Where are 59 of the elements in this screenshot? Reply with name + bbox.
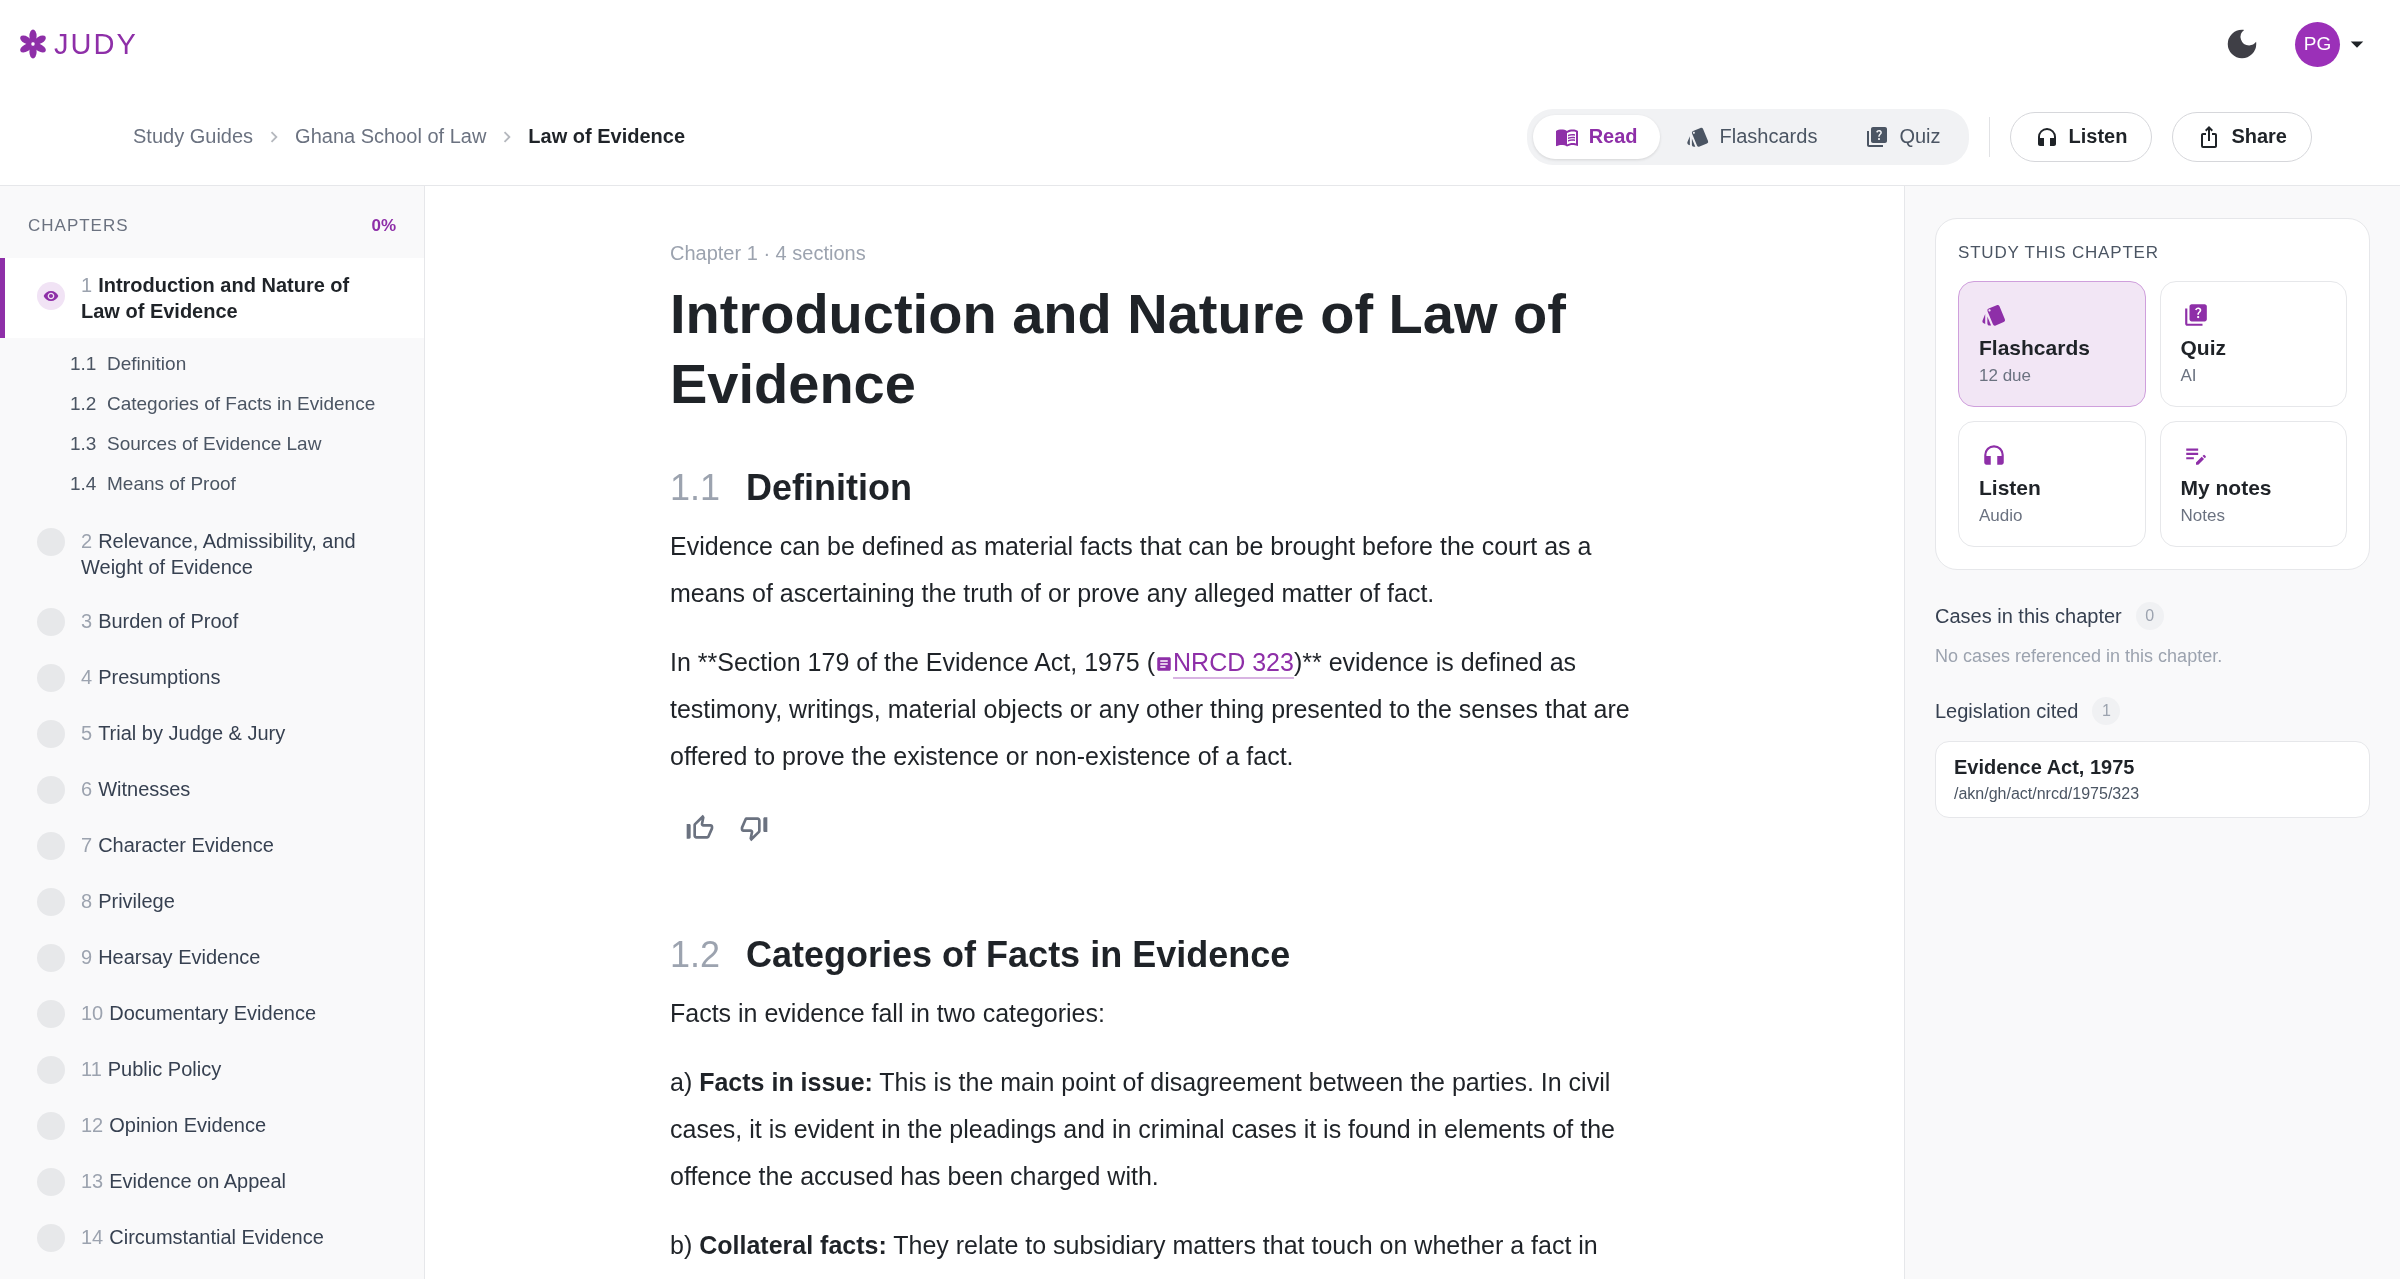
chapter-item[interactable]: 10 Documentary Evidence [0, 986, 424, 1042]
study-option[interactable]: My notes Notes [2159, 421, 2347, 547]
paragraph: Evidence can be defined as material facts that can be brought before the court as a means of ascertaining the truth of or prove any alleged matter of fact. [670, 531, 1593, 609]
view-tab[interactable]: Quiz [1843, 114, 1963, 159]
chapter-title: Introduction and Nature of Law of Evidence [670, 281, 1567, 417]
study-option[interactable]: Flashcards 12 due [1958, 281, 2146, 407]
section-link[interactable]: 1.1 Definition [70, 344, 424, 384]
chapter-item[interactable]: 4 Presumptions [0, 650, 424, 706]
paragraph: Facts in evidence fall in two categories: [670, 998, 1106, 1029]
section-number: 1.2 [670, 934, 721, 976]
section-link[interactable]: 1.3 Sources of Evidence Law [70, 424, 424, 464]
paragraph: In **Section 179 of the Evidence Act, 1975 ( NRCD 323)** evidence is defined as testimony, writings, material objects or any other thing presented to the senses that are offered to prove the existence or non-existence of a fact. [670, 647, 1631, 772]
legislation-title: Evidence Act, 1975 [1954, 756, 2136, 779]
breadcrumb-item[interactable]: Ghana School of Law [295, 125, 487, 148]
quiz-icon [1865, 124, 1890, 149]
chapter-meta: Chapter 1 · 4 sections [670, 242, 867, 265]
chapter-item[interactable]: 7 Character Evidence [0, 818, 424, 874]
breadcrumb-item[interactable]: Study Guides [133, 125, 254, 148]
view-tab[interactable]: Read [1532, 114, 1660, 159]
section-link[interactable]: 1.4 Means of Proof [70, 464, 424, 504]
empty-message: No cases referenced in this chapter. [1935, 646, 2224, 667]
user-avatar[interactable]: PG [2295, 21, 2340, 67]
section-title: Categories of Facts in Evidence [746, 934, 1291, 976]
legislation-card[interactable]: Evidence Act, 1975 /akn/gh/act/nrcd/1975/323 [1935, 741, 2370, 818]
chapter-item[interactable]: 1 Introduction and Nature of Law of Evidence [0, 258, 424, 338]
logo-text[interactable]: JUDY [54, 27, 138, 61]
section-link[interactable]: 1.2 Categories of Facts in Evidence [70, 384, 424, 424]
chapter-item[interactable]: 8 Privilege [0, 874, 424, 930]
section-number: 1.1 [670, 467, 721, 509]
paragraph: a) Facts in issue: This is the main point of disagreement between the parties. In civil cases, it is evident in the pleadings and in criminal cases it is found in elements of the offence the accused has been charged with. [670, 1067, 1616, 1192]
chapter-item[interactable]: 5 Trial by Judge & Jury [0, 706, 424, 762]
chapter-item[interactable]: 13 Evidence on Appeal [0, 1154, 424, 1210]
chapter-item[interactable]: 11 Public Policy [0, 1042, 424, 1098]
study-option[interactable]: Listen Audio [1958, 421, 2146, 547]
flower-logo-icon [18, 29, 48, 59]
section-title: Definition [746, 467, 913, 509]
eye-icon [37, 282, 65, 310]
chapter-item[interactable]: 3 Burden of Proof [0, 594, 424, 650]
progress-percent: 0% [371, 216, 396, 236]
chapters-heading: CHAPTERS [28, 216, 129, 236]
listen-button[interactable]: Listen [2009, 111, 2153, 162]
count-badge: 1 [2092, 697, 2121, 725]
count-badge: 0 [2135, 602, 2164, 630]
study-heading: STUDY THIS CHAPTER [1958, 243, 2160, 263]
breadcrumb-item: Law of Evidence [528, 125, 686, 148]
view-tab[interactable]: Flashcards [1663, 114, 1840, 159]
chapter-item[interactable]: 2 Relevance, Admissibility, and Weight of Evidence [0, 514, 424, 594]
share-button[interactable]: Share [2172, 111, 2312, 162]
study-option[interactable]: Quiz AI [2159, 281, 2347, 407]
chapter-item[interactable]: 12 Opinion Evidence [0, 1098, 424, 1154]
citation-link[interactable]: NRCD 323 [1155, 648, 1294, 676]
legislation-path: /akn/gh/act/nrcd/1975/323 [1954, 785, 2141, 803]
chapter-item[interactable]: 6 Witnesses [0, 762, 424, 818]
legislation-heading: Legislation cited [1935, 699, 2079, 723]
paragraph: b) Collateral facts: They relate to subsidiary matters that touch on whether a fact in [670, 1230, 1599, 1261]
chapter-item[interactable]: 9 Hearsay Evidence [0, 930, 424, 986]
cases-heading: Cases in this chapter [1935, 604, 2122, 628]
chapter-item[interactable]: 14 Circumstantial Evidence [0, 1210, 424, 1266]
document-icon [1155, 655, 1174, 673]
